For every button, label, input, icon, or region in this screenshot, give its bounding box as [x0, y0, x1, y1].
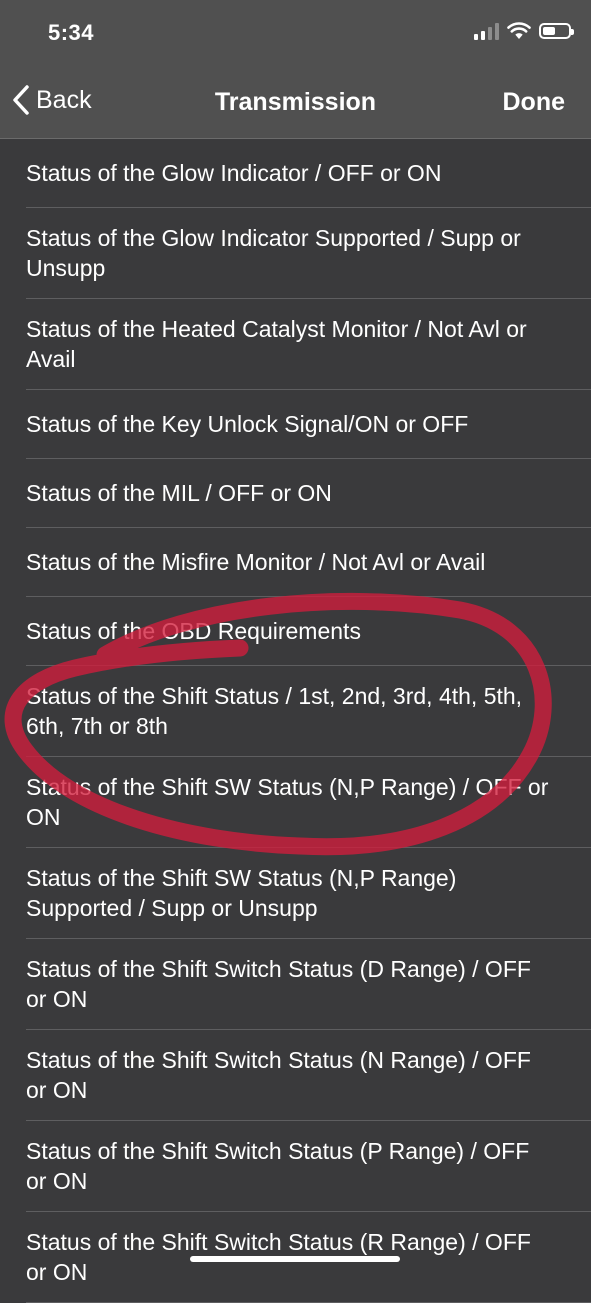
wifi-icon [507, 22, 531, 39]
list-item[interactable]: Status of the Shift Switch Status (P Ran… [0, 1121, 591, 1212]
status-bar: 5:34 [0, 0, 591, 70]
parameter-list: Status of the Glow Indicator / OFF or ON… [0, 139, 591, 1303]
list-item[interactable]: Status of the Shift SW Status (N,P Range… [0, 848, 591, 939]
list-item[interactable]: Status of the Shift Switch Status (N Ran… [0, 1030, 591, 1121]
list-item[interactable]: Status of the MIL / OFF or ON [0, 459, 591, 528]
list-item[interactable]: Status of the Glow Indicator Supported /… [0, 208, 591, 299]
list-item[interactable]: Status of the Key Unlock Signal/ON or OF… [0, 390, 591, 459]
status-time: 5:34 [48, 20, 95, 45]
list-item[interactable]: Status of the Misfire Monitor / Not Avl … [0, 528, 591, 597]
list-item[interactable]: Status of the Glow Indicator / OFF or ON [0, 139, 591, 208]
home-indicator[interactable] [190, 1256, 400, 1262]
done-button[interactable]: Done [503, 88, 566, 117]
battery-icon [539, 23, 574, 39]
list-item[interactable]: Status of the Shift Status / 1st, 2nd, 3… [0, 666, 591, 757]
system-icons [474, 22, 574, 40]
navigation-bar: Back Transmission Done [0, 70, 591, 139]
list-item[interactable]: Status of the Shift SW Status (N,P Range… [0, 757, 591, 848]
list-item[interactable]: Status of the Shift Switch Status (D Ran… [0, 939, 591, 1030]
cellular-signal-icon [474, 22, 499, 40]
list-item[interactable]: Status of the Heated Catalyst Monitor / … [0, 299, 591, 390]
list-item[interactable]: Status of the OBD Requirements [0, 597, 591, 666]
